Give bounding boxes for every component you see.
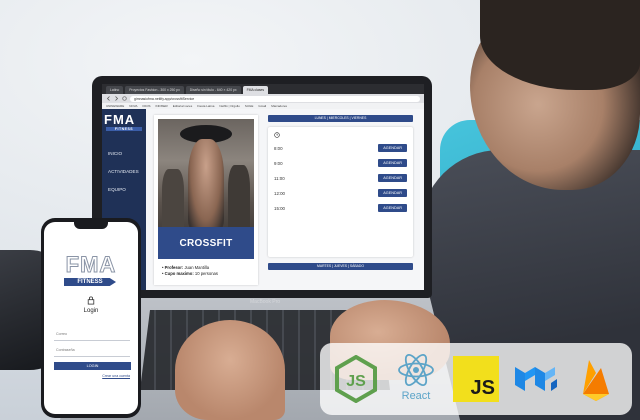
nodejs-icon: JS xyxy=(331,354,381,404)
schedule-slot: 11:00 AGENDAR xyxy=(274,173,407,183)
firebase-icon xyxy=(571,354,621,404)
laptop-screen: Latino Proyectos Fashion - 300 x 250 px … xyxy=(102,84,424,290)
capacity-value: 10 personas xyxy=(194,271,218,276)
browser-tab-active[interactable]: FMA clases xyxy=(242,86,269,94)
phone-screen: FMA FITNESS Login Correo Contraseña LOGI… xyxy=(44,222,138,414)
photo-athlete xyxy=(188,139,224,229)
javascript-icon: JS xyxy=(451,354,501,404)
slot-time: 9:00 xyxy=(274,160,283,166)
forward-icon[interactable] xyxy=(114,96,119,101)
lock-icon xyxy=(87,296,95,305)
agendar-button[interactable]: AGENDAR xyxy=(378,144,407,152)
slot-time: 11:00 xyxy=(274,175,285,181)
password-field[interactable]: Contraseña xyxy=(54,344,130,357)
sidebar-item-inicio[interactable]: INICIO xyxy=(102,145,146,163)
email-label: Correo xyxy=(56,332,67,336)
slot-time: 15:00 xyxy=(274,205,285,211)
class-meta: • Profesor: Juan Mantilla • Cupo maximo:… xyxy=(162,265,218,277)
login-button[interactable]: LOGIN xyxy=(54,362,131,370)
phone-notch xyxy=(74,222,108,229)
fma-app: FMA FITNESS INICIO ACTIVIDADES EQUIPO CR… xyxy=(102,109,424,290)
phone-logo: FMA xyxy=(65,252,117,278)
capacity-row: • Cupo maximo: 10 personas xyxy=(162,271,218,276)
react-label: React xyxy=(401,390,431,402)
class-title: CROSSFIT xyxy=(179,238,233,249)
agendar-button[interactable]: AGENDAR xyxy=(378,159,407,167)
browser-tab[interactable]: Diseño sin título - 640 × 420 px xyxy=(185,86,241,94)
phone-logo-sub: FITNESS xyxy=(64,278,116,286)
email-field[interactable]: Correo xyxy=(54,328,130,341)
password-label: Contraseña xyxy=(56,348,75,352)
js-label: JS xyxy=(470,377,495,399)
days-tab-bottom[interactable]: MARTES | JUEVES | SÁBADO xyxy=(268,263,413,270)
sidebar-logo[interactable]: FMA xyxy=(102,109,146,127)
slot-time: 12:00 xyxy=(274,190,285,196)
svg-text:JS: JS xyxy=(346,373,366,390)
capacity-label: Cupo maximo: xyxy=(164,271,194,276)
schedule-slot: 15:00 AGENDAR xyxy=(274,203,407,213)
agendar-button[interactable]: AGENDAR xyxy=(378,174,407,182)
teacher-label: Profesor: xyxy=(164,265,184,270)
sidebar-logo-sub: FITNESS xyxy=(106,127,142,131)
mui-icon xyxy=(511,354,561,404)
tech-stack-bar: JS React JS xyxy=(320,343,632,415)
main-content: CROSSFIT • Profesor: Juan Mantilla • Cup… xyxy=(146,109,424,290)
agendar-button[interactable]: AGENDAR xyxy=(378,189,407,197)
sidebar-item-actividades[interactable]: ACTIVIDADES xyxy=(102,163,146,181)
schedule-slot: 9:00 AGENDAR xyxy=(274,158,407,168)
schedule-slot: 12:00 AGENDAR xyxy=(274,188,407,198)
login-title: Login xyxy=(83,308,99,314)
schedule-slot: 8:00 AGENDAR xyxy=(274,143,407,153)
teacher-name: Juan Mantilla xyxy=(184,265,210,270)
days-tab-top[interactable]: LUNES | MIERCOLES | VIERNES xyxy=(268,115,413,122)
class-card: CROSSFIT • Profesor: Juan Mantilla • Cup… xyxy=(154,115,258,285)
browser-tab[interactable]: Latino xyxy=(106,86,124,94)
browser-tabbar: Latino Proyectos Fashion - 300 x 250 px … xyxy=(102,84,424,94)
slot-time: 8:00 xyxy=(274,145,283,151)
browser-tab[interactable]: Proyectos Fashion - 300 x 250 px xyxy=(125,86,184,94)
class-photo: CROSSFIT xyxy=(158,119,254,259)
left-hand xyxy=(175,320,285,420)
laptop-brand: MacBook Pro xyxy=(250,299,281,305)
url-input[interactable]: gimnasiofma.netlify.app/crossfitService xyxy=(130,95,420,102)
reload-icon[interactable] xyxy=(122,96,127,101)
back-icon[interactable] xyxy=(106,96,111,101)
clock-icon xyxy=(274,132,280,138)
browser-addressbar: gimnasiofma.netlify.app/crossfitService xyxy=(102,94,424,103)
create-account-link[interactable]: Crear una cuenta xyxy=(102,374,130,378)
schedule-panel: 8:00 AGENDAR 9:00 AGENDAR 11:00 AGENDAR … xyxy=(268,127,413,257)
sidebar-item-equipo[interactable]: EQUIPO xyxy=(102,181,146,199)
react-icon: React xyxy=(391,354,441,404)
agendar-button[interactable]: AGENDAR xyxy=(378,204,407,212)
